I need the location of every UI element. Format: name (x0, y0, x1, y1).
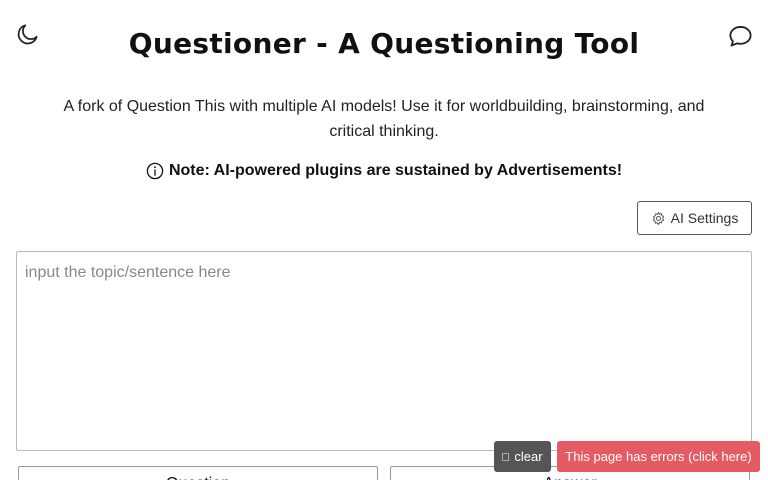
topic-input[interactable] (16, 251, 752, 451)
ai-settings-label: AI Settings (670, 210, 739, 226)
note-text: Note: AI-powered plugins are sustained b… (168, 162, 623, 179)
ai-settings-button[interactable]: AI Settings (637, 201, 752, 235)
clear-icon (502, 452, 510, 461)
clear-label: clear (514, 449, 543, 464)
ads-note: Note: AI-powered plugins are sustained b… (0, 162, 768, 180)
page-description: A fork of Question This with multiple AI… (63, 98, 705, 140)
question-button[interactable]: Question (18, 466, 378, 480)
info-circle-icon (146, 162, 164, 180)
gear-icon (651, 211, 666, 226)
clear-button[interactable]: clear (494, 441, 551, 472)
page-errors-button[interactable]: This page has errors (click here) (557, 441, 760, 472)
page-title: Questioner - A Questioning Tool (128, 27, 640, 60)
